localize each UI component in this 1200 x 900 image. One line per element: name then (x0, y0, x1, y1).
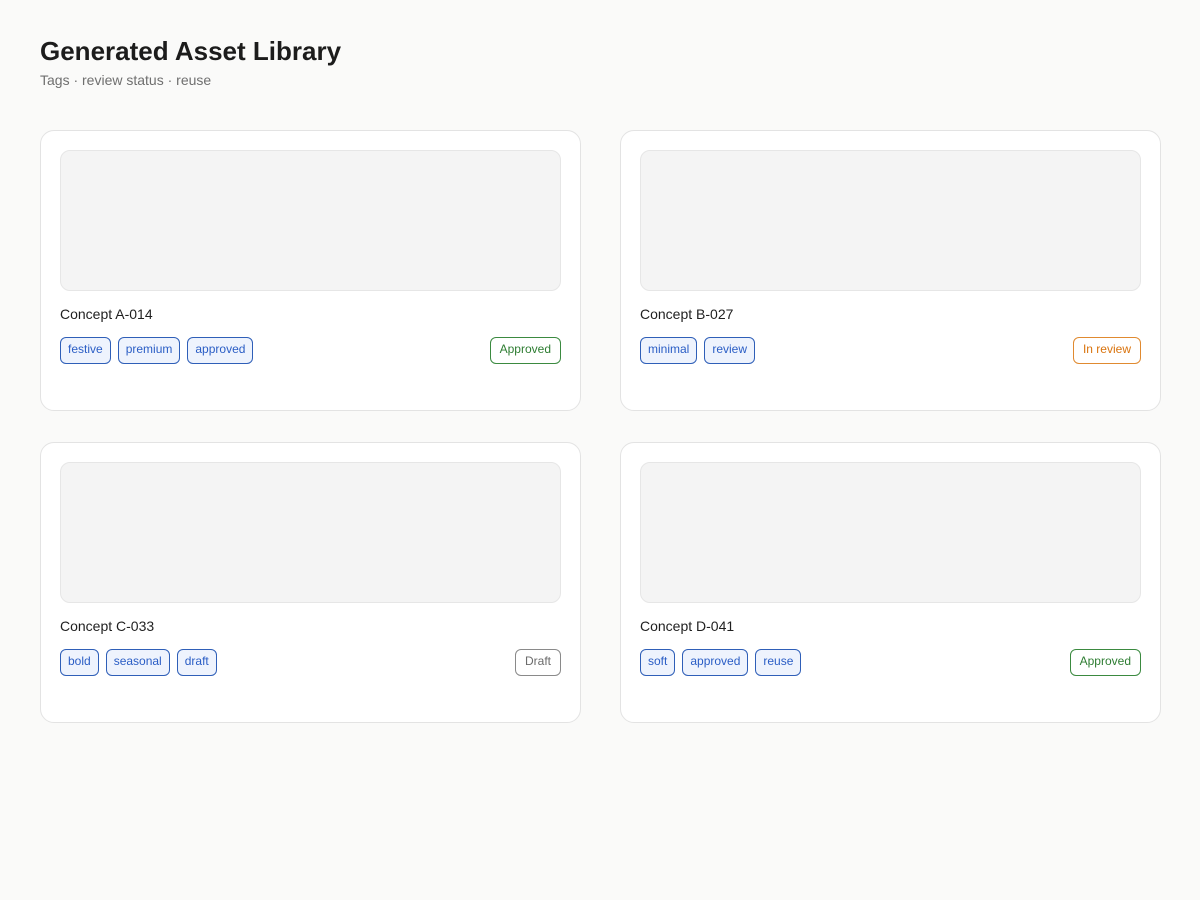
tag-chip[interactable]: draft (176, 649, 217, 676)
tag-list: festive premium approved (60, 337, 254, 364)
asset-thumbnail[interactable] (60, 150, 561, 291)
asset-card-footer: festive premium approved Approved (60, 337, 561, 364)
tag-chip[interactable]: bold (60, 649, 99, 676)
status-badge: Draft (514, 649, 561, 676)
asset-card[interactable]: Concept D-041 soft approved reuse Approv… (620, 442, 1161, 723)
asset-grid: Concept A-014 festive premium approved A… (40, 130, 1161, 723)
asset-name: Concept D-041 (640, 618, 735, 634)
asset-card[interactable]: Concept C-033 bold seasonal draft Draft (40, 442, 581, 723)
tag-chip[interactable]: approved (682, 649, 749, 676)
asset-card-footer: bold seasonal draft Draft (60, 649, 561, 676)
asset-name: Concept B-027 (640, 306, 734, 322)
asset-thumbnail[interactable] (640, 150, 1141, 291)
asset-thumbnail[interactable] (640, 462, 1141, 603)
asset-card[interactable]: Concept A-014 festive premium approved A… (40, 130, 581, 411)
tag-list: soft approved reuse (640, 649, 802, 676)
asset-thumbnail[interactable] (60, 462, 561, 603)
status-badge: In review (1072, 337, 1141, 364)
tag-chip[interactable]: minimal (640, 337, 698, 364)
page-subtitle: Tags · review status · reuse (40, 72, 212, 88)
tag-chip[interactable]: premium (117, 337, 181, 364)
asset-card-footer: soft approved reuse Approved (640, 649, 1141, 676)
tag-chip[interactable]: festive (60, 337, 111, 364)
tag-chip[interactable]: review (704, 337, 756, 364)
status-badge: Approved (489, 337, 561, 364)
tag-chip[interactable]: seasonal (105, 649, 170, 676)
asset-name: Concept C-033 (60, 618, 155, 634)
tag-chip[interactable]: reuse (755, 649, 802, 676)
tag-chip[interactable]: soft (640, 649, 676, 676)
page-header: Generated Asset Library Tags · review st… (40, 34, 341, 88)
tag-chip[interactable]: approved (187, 337, 254, 364)
status-badge: Approved (1069, 649, 1141, 676)
tag-list: minimal review (640, 337, 756, 364)
asset-name: Concept A-014 (60, 306, 153, 322)
asset-card[interactable]: Concept B-027 minimal review In review (620, 130, 1161, 411)
asset-card-footer: minimal review In review (640, 337, 1141, 364)
tag-list: bold seasonal draft (60, 649, 217, 676)
page-title: Generated Asset Library (40, 36, 342, 66)
